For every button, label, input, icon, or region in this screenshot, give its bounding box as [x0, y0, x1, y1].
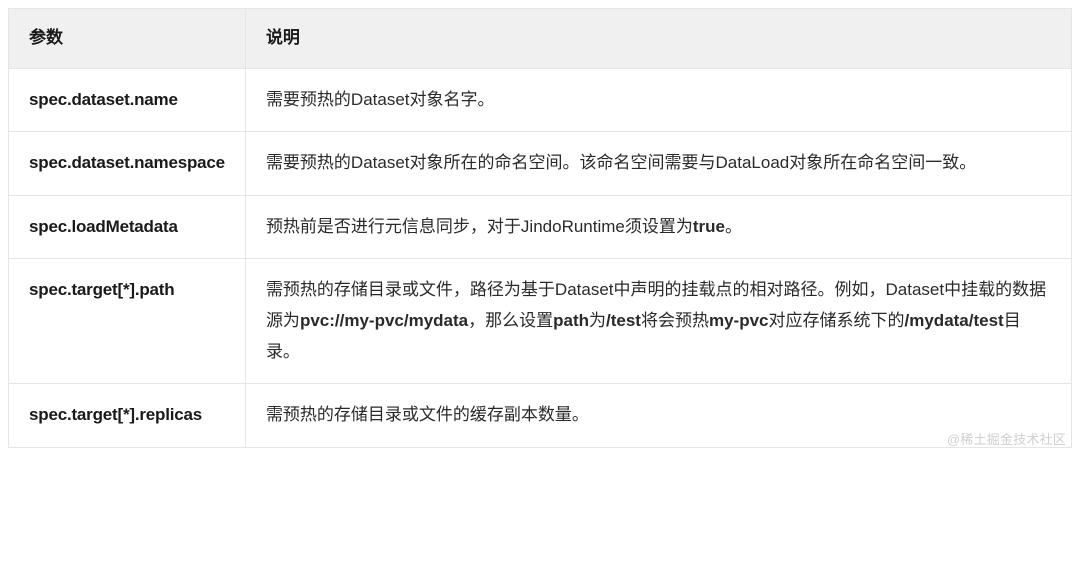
desc-cell: 需要预热的Dataset对象所在的命名空间。该命名空间需要与DataLoad对象…: [245, 132, 1071, 196]
desc-bold-segment: pvc://my-pvc/mydata: [300, 311, 468, 330]
desc-segment: 将会预热: [641, 311, 709, 330]
desc-cell: 需预热的存储目录或文件，路径为基于Dataset中声明的挂载点的相对路径。例如，…: [245, 259, 1071, 384]
desc-bold-segment: my-pvc: [709, 311, 769, 330]
desc-segment: 需要预热的Dataset对象所在的命名空间。该命名空间需要与DataLoad对象…: [266, 153, 976, 172]
desc-segment: 预热前是否进行元信息同步，对于JindoRuntime须设置为: [266, 217, 693, 236]
table-row: spec.loadMetadata预热前是否进行元信息同步，对于JindoRun…: [9, 195, 1072, 259]
header-param: 参数: [9, 9, 246, 69]
param-cell: spec.loadMetadata: [9, 195, 246, 259]
desc-segment: 需要预热的Dataset对象名字。: [266, 90, 495, 109]
desc-bold-segment: path: [553, 311, 589, 330]
table-row: spec.dataset.name 需要预热的Dataset对象名字。: [9, 68, 1072, 132]
header-desc: 说明: [245, 9, 1071, 69]
table-header-row: 参数 说明: [9, 9, 1072, 69]
watermark: @稀土掘金技术社区: [947, 429, 1066, 448]
params-table: 参数 说明 spec.dataset.name 需要预热的Dataset对象名字。…: [8, 8, 1072, 448]
desc-segment: ，那么设置: [468, 311, 553, 330]
desc-segment: 为: [589, 311, 606, 330]
table-row: spec.target[*].replicas 需预热的存储目录或文件的缓存副本数…: [9, 384, 1072, 448]
table-row: spec.dataset.namespace 需要预热的Dataset对象所在的命…: [9, 132, 1072, 196]
param-cell: spec.dataset.name: [9, 68, 246, 132]
desc-cell: 预热前是否进行元信息同步，对于JindoRuntime须设置为true。: [245, 195, 1071, 259]
param-cell: spec.target[*].replicas: [9, 384, 246, 448]
desc-segment: 。: [725, 217, 742, 236]
desc-bold-segment: true: [693, 217, 725, 236]
desc-bold-segment: /mydata/test: [905, 311, 1004, 330]
param-cell: spec.target[*].path: [9, 259, 246, 384]
desc-bold-segment: /test: [606, 311, 641, 330]
desc-segment: 需预热的存储目录或文件的缓存副本数量。: [266, 405, 589, 424]
param-cell: spec.dataset.namespace: [9, 132, 246, 196]
desc-segment: 对应存储系统下的: [769, 311, 905, 330]
table-row: spec.target[*].path需预热的存储目录或文件，路径为基于Data…: [9, 259, 1072, 384]
desc-cell: 需要预热的Dataset对象名字。: [245, 68, 1071, 132]
